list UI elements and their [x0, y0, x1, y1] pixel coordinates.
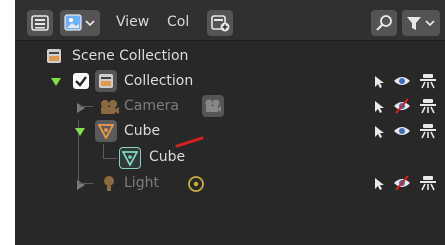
scene-collection-label: Scene Collection [72, 48, 189, 64]
expand-triangle-icon[interactable] [50, 76, 62, 88]
chevron-down-icon [85, 20, 95, 27]
render-camera-icon[interactable] [419, 123, 437, 139]
light-row[interactable]: Light [15, 171, 445, 197]
mesh-data-icon-box [119, 147, 141, 169]
collection-menu[interactable]: Col [167, 14, 189, 30]
cube-object-row[interactable]: Cube [15, 119, 445, 145]
scene-collection-icon [47, 49, 61, 63]
light-data-icon[interactable] [187, 175, 205, 193]
cube-object-icon-box [95, 120, 117, 142]
expand-triangle-icon[interactable] [74, 126, 86, 138]
select-arrow-icon[interactable] [373, 75, 385, 89]
expand-triangle-icon[interactable] [75, 179, 87, 191]
select-arrow-icon[interactable] [373, 125, 385, 139]
collection-checkbox[interactable] [73, 73, 89, 89]
chevron-down-icon [425, 20, 435, 27]
camera-data-icon [205, 99, 221, 112]
eye-icon[interactable] [393, 124, 411, 138]
search-icon [376, 15, 392, 31]
collection-row[interactable]: Collection [15, 69, 445, 95]
expand-triangle-icon[interactable] [75, 102, 87, 114]
tree-connector [79, 183, 93, 184]
tree-connector [79, 106, 93, 107]
eye-hidden-icon[interactable] [393, 174, 411, 192]
light-object-icon [104, 176, 114, 191]
tree-connector [103, 144, 104, 158]
eye-icon[interactable] [393, 74, 411, 88]
collection-label: Collection [124, 73, 194, 89]
eye-hidden-icon[interactable] [393, 97, 411, 115]
cube-mesh-label: Cube [149, 149, 186, 165]
red-annotation-stroke [175, 136, 204, 148]
display-mode-dropdown[interactable] [60, 10, 100, 36]
collection-icon [99, 74, 113, 88]
checkmark-icon [75, 76, 87, 87]
mesh-object-icon [98, 124, 114, 139]
outliner-panel: View Col Scene Collection Collection Cam… [15, 0, 445, 245]
collection-icon-box [95, 70, 117, 92]
render-camera-icon[interactable] [419, 175, 437, 191]
camera-data-icon-box[interactable] [202, 95, 224, 117]
outliner-editor-icon [31, 15, 49, 31]
camera-row[interactable]: Camera [15, 94, 445, 120]
light-label: Light [124, 175, 159, 191]
filter-icon [407, 17, 435, 30]
select-arrow-icon[interactable] [373, 177, 385, 191]
filter-dropdown[interactable] [402, 10, 440, 36]
view-layer-icon [64, 14, 95, 31]
camera-object-icon [101, 100, 119, 114]
render-camera-icon[interactable] [419, 73, 437, 89]
outliner-header: View Col [15, 0, 445, 41]
editor-type-button[interactable] [27, 10, 53, 36]
camera-label: Camera [124, 98, 179, 114]
cube-object-label: Cube [124, 123, 161, 139]
mesh-data-icon [122, 151, 138, 166]
search-button[interactable] [371, 10, 397, 36]
new-collection-button[interactable] [207, 10, 233, 36]
tree-connector [103, 158, 117, 159]
new-collection-icon [211, 15, 230, 32]
select-arrow-icon[interactable] [373, 100, 385, 114]
render-camera-icon[interactable] [419, 98, 437, 114]
scene-collection-row[interactable]: Scene Collection [15, 44, 445, 70]
cube-mesh-row[interactable]: Cube [15, 145, 445, 171]
view-menu[interactable]: View [116, 14, 149, 30]
